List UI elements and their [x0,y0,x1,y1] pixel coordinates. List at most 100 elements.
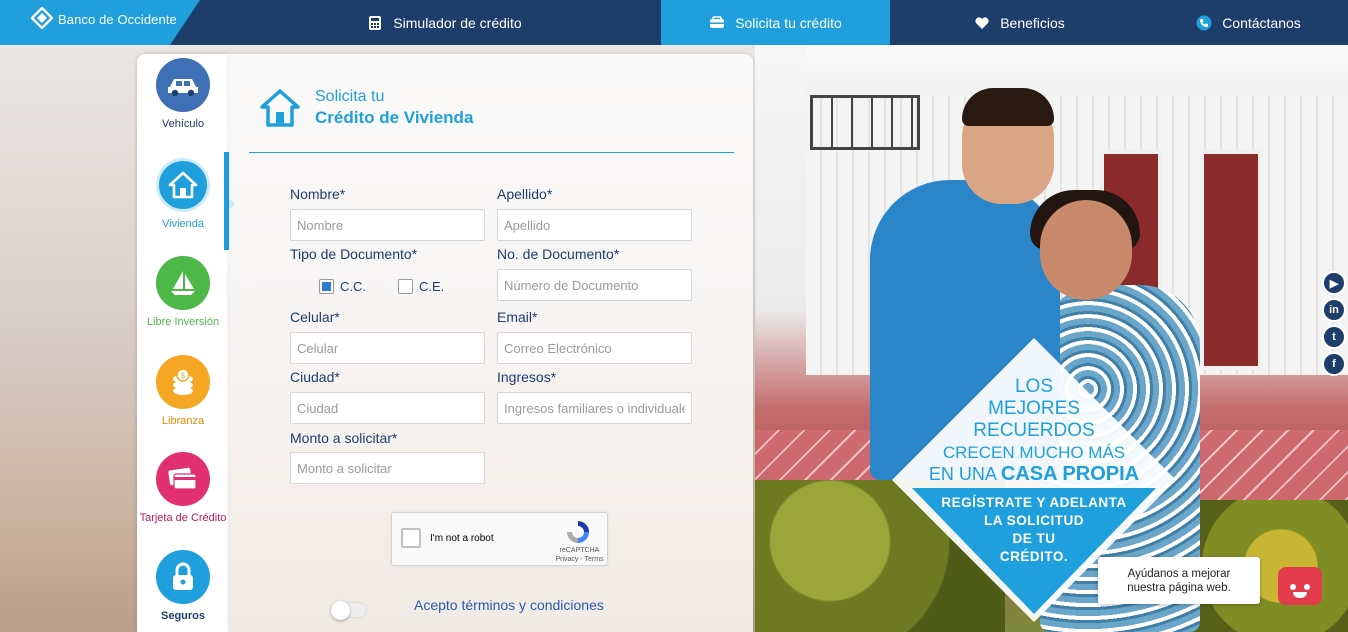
coins-icon: $ [156,355,210,409]
feedback-line1: Ayúdanos a mejorar [1127,568,1231,580]
promo-line4: CRECEN MUCHO MÁS [942,443,1126,462]
lock-icon [156,550,210,604]
header-divider [249,152,734,153]
man-hair [962,88,1054,126]
house-door [1200,150,1262,370]
promo-line5: EN UNA CASA PROPIA [890,463,1178,486]
promo-line5b: CASA PROPIA [1000,463,1140,485]
sidebar-item-label: Libre Inversión [146,316,220,328]
nav-beneficios[interactable]: Beneficios [890,0,1149,45]
car-icon [156,58,210,112]
form-title-line2: Crédito de Vivienda [315,108,474,127]
house-icon [156,158,210,212]
monto-input[interactable] [290,452,485,484]
sailboat-icon [156,256,210,310]
ingresos-input[interactable] [497,392,692,424]
twitter-icon[interactable]: t [1322,325,1346,349]
ciudad-input[interactable] [290,392,485,424]
promo-cta2: LA SOLICITUD [984,513,1084,528]
main-nav: Simulador de crédito Solicita tu crédito… [228,0,1348,45]
brand-name: Banco de Occidente [58,12,177,27]
calculator-icon [369,15,382,30]
nombre-label: Nombre* [290,186,346,202]
facebook-icon[interactable]: f [1322,352,1346,376]
no-documento-label: No. de Documento* [497,246,620,262]
nav-contactanos[interactable]: Contáctanos [1149,0,1348,45]
terms-toggle[interactable] [331,601,367,620]
nombre-input[interactable] [290,209,485,241]
promo-line2: MEJORES [988,398,1080,419]
credit-card-icon [156,452,210,506]
house-window [810,95,920,150]
tipo-documento-label: Tipo de Documento* [290,246,418,262]
recaptcha-links[interactable]: Privacy - Terms [552,555,607,564]
woman-head [1040,200,1132,300]
email-input[interactable] [497,332,692,364]
nav-label: Contáctanos [1222,14,1301,31]
form-header: Solicita tu Crédito de Vivienda [259,88,473,128]
phone-icon [1196,15,1212,30]
promo-cta3: DE TU [1012,531,1056,546]
recaptcha-logo-icon [567,521,589,543]
checkbox-checked[interactable] [319,279,334,294]
celular-label: Celular* [290,309,340,325]
form-title-line1: Solicita tu [315,88,385,105]
sidebar-item-label: Seguros [160,610,205,622]
monto-label: Monto a solicitar* [290,430,398,446]
toggle-knob [331,601,350,620]
email-label: Email* [497,309,538,325]
sidebar-item-label: Vivienda [162,218,204,230]
bank-logo-icon [31,7,53,29]
apellido-label: Apellido* [497,186,553,202]
house-icon [260,89,300,127]
linkedin-icon[interactable]: in [1322,298,1346,322]
feedback-line2: nuestra página web. [1127,582,1231,594]
sidebar-item-vivienda[interactable]: Vivienda [137,158,229,231]
social-links: ▶ in t f [1322,271,1348,379]
recaptcha-label: I'm not a robot [430,533,494,544]
cc-label: C.C. [340,279,366,294]
sidebar-item-label: Tarjeta de Crédito [139,512,227,524]
recaptcha-widget: I'm not a robot reCAPTCHA Privacy - Term… [391,512,608,566]
nav-solicita[interactable]: Solicita tu crédito [661,0,890,45]
ce-label: C.E. [419,279,445,294]
apellido-input[interactable] [497,209,692,241]
promo-line5a: EN UNA [928,464,1001,484]
nav-label: Simulador de crédito [393,14,522,31]
sidebar-item-vehiculo[interactable]: Vehículo [137,58,229,131]
chatbot-icon[interactable] [1278,567,1322,605]
sidebar-item-label: Libranza [161,415,205,427]
chatbot-eye [1290,584,1296,590]
nav-simulador[interactable]: Simulador de crédito [228,0,661,45]
cc-checkbox[interactable]: C.C. [319,279,366,294]
nav-label: Solicita tu crédito [735,14,842,31]
sidebar-item-libranza[interactable]: $ Libranza [137,355,229,428]
ce-checkbox[interactable]: C.E. [398,279,444,294]
sidebar-item-seguros[interactable]: Seguros [137,550,229,623]
celular-input[interactable] [290,332,485,364]
chatbot-mouth [1293,592,1307,598]
recaptcha-brand-text: reCAPTCHA [559,547,600,554]
feedback-bubble[interactable]: Ayúdanos a mejorar nuestra página web. [1098,557,1260,604]
promo-cta1: REGÍSTRATE Y ADELANTA [941,495,1127,510]
product-sidebar: Vehículo Vivienda Libre Inversión $ Libr… [137,54,235,632]
application-form-panel: Solicita tu Crédito de Vivienda Nombre* … [229,54,753,632]
svg-text:$: $ [180,371,185,380]
recaptcha-checkbox[interactable] [401,528,421,548]
top-navigation-bar: Banco de Occidente Simulador de crédito … [0,0,1348,45]
terms-link[interactable]: Acepto términos y condiciones [414,597,604,613]
promo-line3: RECUERDOS [973,420,1095,441]
sidebar-item-label: Vehículo [161,118,205,130]
checkbox-unchecked[interactable] [398,279,413,294]
sidebar-item-tarjeta[interactable]: Tarjeta de Crédito [137,452,229,525]
handshake-icon [710,15,725,28]
youtube-icon[interactable]: ▶ [1322,271,1346,295]
sidebar-item-libre-inversion[interactable]: Libre Inversión [137,256,229,329]
logo-area[interactable]: Banco de Occidente [0,0,200,45]
ingresos-label: Ingresos* [497,369,557,385]
recaptcha-brand: reCAPTCHA Privacy - Terms [552,546,607,564]
heart-icon [975,16,989,29]
ciudad-label: Ciudad* [290,369,340,385]
promo-line1: LOS [1014,376,1054,397]
no-documento-input[interactable] [497,269,692,301]
